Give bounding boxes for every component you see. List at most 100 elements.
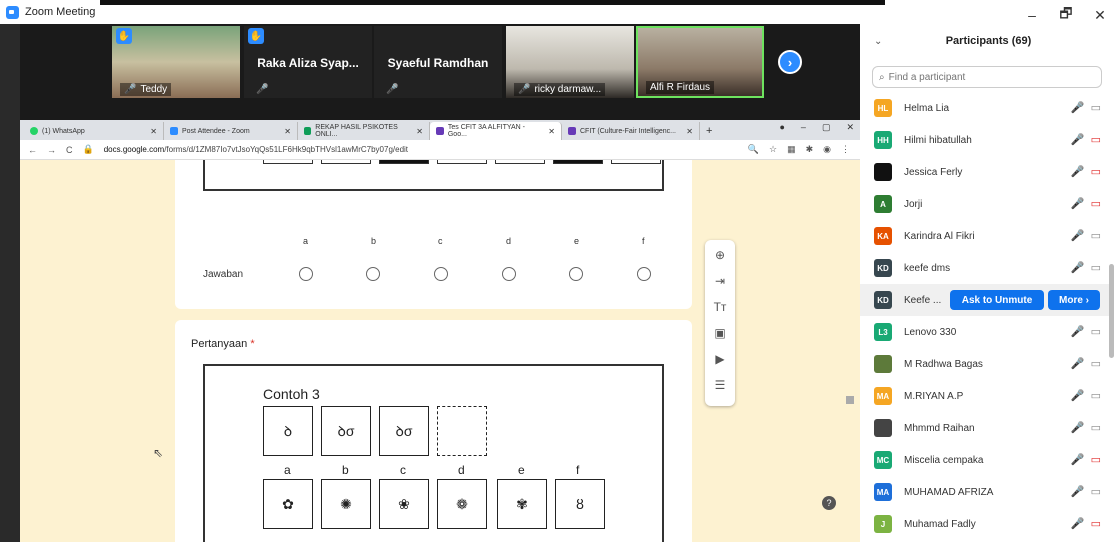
camera-icon[interactable]: ▭ [1091,389,1101,402]
participant-row[interactable]: HL Helma Lia 🎤 ▭ [860,92,1109,124]
add-section-icon[interactable]: ☰ [715,376,726,394]
mic-muted-icon[interactable]: 🎤 [1071,357,1085,370]
add-video-icon[interactable]: ▶ [715,350,724,368]
participant-row[interactable]: Mhmmd Raihan 🎤 ▭ [860,412,1109,444]
question-label: Pertanyaan * [191,338,255,350]
camera-off-icon[interactable]: ▭ [1091,165,1101,178]
participant-row[interactable]: MC Miscelia cempaka 🎤 ▭ [860,444,1109,476]
tab-close-icon[interactable]: ✕ [150,127,157,136]
mic-muted-icon[interactable]: 🎤 [1071,197,1085,210]
ask-to-unmute-button[interactable]: Ask to Unmute [950,290,1044,310]
camera-off-icon[interactable]: ▭ [1091,197,1101,210]
tab-close-icon[interactable]: ✕ [548,127,555,136]
radio-c[interactable] [434,267,448,281]
participant-row[interactable]: L3 Lenovo 330 🎤 ▭ [860,316,1109,348]
video-tile-active[interactable]: Alfi R Firdaus [636,26,764,98]
video-tile[interactable]: Syaeful Ramdhan 🎤 [374,26,502,98]
participant-name: M Radhwa Bagas [904,358,983,370]
browser-tab[interactable]: (1) WhatsApp ✕ [24,122,164,140]
profile-icon[interactable]: ◉ [823,144,831,155]
camera-icon[interactable]: ▭ [1091,325,1101,338]
extension-icon[interactable]: ▦ [787,144,796,155]
mic-muted-icon[interactable]: 🎤 [1071,325,1085,338]
camera-icon[interactable]: ▭ [1091,101,1101,114]
answer-figure: ❀ [379,479,429,529]
puzzle-icon[interactable]: ✱ [806,144,814,155]
camera-icon[interactable]: ▭ [1091,485,1101,498]
camera-off-icon[interactable]: ▭ [1091,517,1101,530]
participant-row[interactable]: Jessica Ferly 🎤 ▭ [860,156,1109,188]
mic-muted-icon[interactable]: 🎤 [1071,229,1085,242]
camera-off-icon[interactable]: ▭ [1091,133,1101,146]
avatar [874,419,892,437]
more-button[interactable]: More › [1048,290,1100,310]
participant-list: HL Helma Lia 🎤 ▭ HH Hilmi hibatullah 🎤 ▭ J… [860,92,1109,540]
panel-scrollbar[interactable] [1109,264,1114,358]
mic-muted-icon[interactable]: 🎤 [1071,101,1085,114]
browser-tab[interactable]: Post Attendee - Zoom ✕ [164,122,298,140]
help-icon[interactable]: ? [822,496,836,510]
mic-muted-icon[interactable]: 🎤 [1071,453,1085,466]
browser-minimize-icon[interactable]: – [801,122,806,133]
import-questions-icon[interactable]: ⇥ [715,272,725,290]
mic-muted-icon[interactable]: 🎤 [1071,421,1085,434]
radio-a[interactable] [299,267,313,281]
video-tile[interactable]: 🎤 ricky darmaw... [506,26,634,98]
participant-row[interactable]: HH Hilmi hibatullah 🎤 ▭ [860,124,1109,156]
participant-row[interactable]: J Muhamad Fadly 🎤 ▭ [860,508,1109,540]
radio-e[interactable] [569,267,583,281]
browser-tab[interactable]: REKAP HASIL PSIKOTES ONLI... ✕ [298,122,430,140]
question-card: Pertanyaan * Contoh 3 ꝺ ꝺσ ꝺσ a b c d e … [175,320,692,542]
participant-row[interactable]: A Jorji 🎤 ▭ [860,188,1109,220]
forms-icon [436,127,444,135]
record-icon[interactable]: ● [779,122,784,133]
video-tile[interactable]: ✋ 🎤 Teddy [112,26,240,98]
next-page-arrow-icon[interactable]: › [778,50,802,74]
star-icon[interactable]: ☆ [769,144,777,155]
participant-search[interactable]: ⌕ [872,66,1102,88]
reload-icon[interactable]: C [66,145,73,155]
browser-restore-icon[interactable]: ▢ [822,122,831,133]
participant-row[interactable]: M Radhwa Bagas 🎤 ▭ [860,348,1109,380]
participant-row[interactable]: KA Karindra Al Fikri 🎤 ▭ [860,220,1109,252]
search-icon: ⌕ [879,71,885,83]
camera-icon[interactable]: ▭ [1091,421,1101,434]
mic-muted-icon[interactable]: 🎤 [1071,261,1085,274]
mic-muted-icon[interactable]: 🎤 [1071,485,1085,498]
mic-muted-icon[interactable]: 🎤 [1071,517,1085,530]
camera-icon[interactable]: ▭ [1091,229,1101,242]
back-icon[interactable]: ← [28,145,37,155]
mic-muted-icon: 🎤 [386,84,399,95]
browser-tab[interactable]: CFIT (Culture-Fair Intelligenc... ✕ [562,122,700,140]
new-tab-button[interactable]: + [700,122,718,140]
tab-close-icon[interactable]: ✕ [284,127,291,136]
camera-icon[interactable]: ▭ [1091,261,1101,274]
browser-close-icon[interactable]: ✕ [846,122,854,133]
camera-icon[interactable]: ▭ [1091,357,1101,370]
participant-row[interactable]: MA M.RIYAN A.P 🎤 ▭ [860,380,1109,412]
participant-row[interactable]: MA MUHAMAD AFRIZA 🎤 ▭ [860,476,1109,508]
tab-close-icon[interactable]: ✕ [416,127,423,136]
mic-muted-icon[interactable]: 🎤 [1071,165,1085,178]
mic-muted-icon[interactable]: 🎤 [1071,389,1085,402]
add-title-icon[interactable]: Tт [714,298,727,316]
radio-d[interactable] [502,267,516,281]
search-input[interactable] [888,71,1089,83]
radio-b[interactable] [366,267,380,281]
camera-off-icon[interactable]: ▭ [1091,453,1101,466]
scrollbar-thumb[interactable] [846,396,854,404]
radio-f[interactable] [637,267,651,281]
participant-row-hovered[interactable]: KD Keefe ... Ask to Unmute More › [860,284,1109,316]
menu-icon[interactable]: ⋮ [841,144,850,155]
participant-row[interactable]: KD keefe dms 🎤 ▭ [860,252,1109,284]
url-field[interactable]: docs.google.com/forms/d/1ZM87Io7vtJsoYqQ… [104,145,408,154]
browser-tab-active[interactable]: Tes CFIT 3A ALFITYAN - Goo... ✕ [430,122,562,140]
video-tile[interactable]: ✋ Raka Aliza Syap... 🎤 [244,26,372,98]
add-image-icon[interactable]: ▣ [714,324,725,342]
zoom-lens-icon[interactable]: 🔍 [748,144,759,155]
forward-icon[interactable]: → [47,145,56,155]
add-question-icon[interactable]: ⊕ [715,246,725,264]
mic-muted-icon[interactable]: 🎤 [1071,133,1085,146]
tab-close-icon[interactable]: ✕ [686,127,693,136]
raised-hand-icon: ✋ [248,28,264,44]
